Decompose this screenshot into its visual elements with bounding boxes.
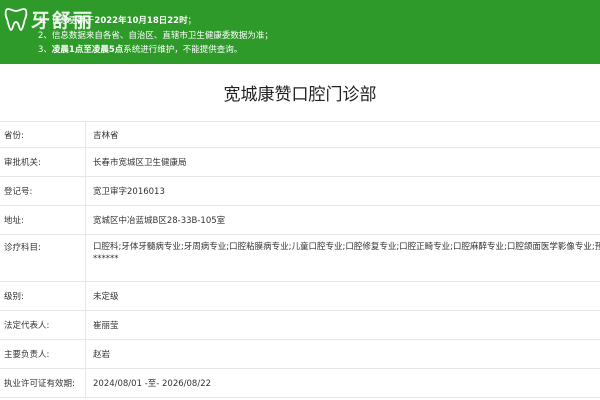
row-label: 诊疗科目: <box>0 235 86 281</box>
notice-text: 2、信息数据来自各省、自治区、直辖市卫生健康委数据为准； <box>38 31 273 41</box>
row-label: 执业许可证有效期: <box>0 369 86 397</box>
row-value: 赵岩 <box>93 350 111 360</box>
page-title: 宽城康赞口腔门诊部 <box>223 85 377 105</box>
table-row-registration: 登记号: 宽卫审字2016013 <box>0 177 600 206</box>
notice-highlight: 凌晨1点至凌晨5点 <box>51 45 124 55</box>
table-row-level: 级别: 未定级 <box>0 282 600 311</box>
table-row-license-validity: 执业许可证有效期: 2024/08/01 -至- 2026/08/22 <box>0 369 600 398</box>
row-label: 主要负责人: <box>0 340 86 368</box>
notice-text: 系统进行维护，不能提供查询。 <box>123 45 243 55</box>
row-value: 长春市宽城区卫生健康局 <box>93 158 187 168</box>
row-label: 登记号: <box>0 177 86 205</box>
departments-line: ****** <box>93 254 119 264</box>
notice-line-3: 3、凌晨1点至凌晨5点系统进行维护，不能提供查询。 <box>38 43 242 55</box>
row-label: 审批机关: <box>0 148 86 176</box>
table-row-legal-rep: 法定代表人: 崔丽莹 <box>0 311 600 340</box>
title-area: 宽城康赞口腔门诊部 <box>0 64 600 122</box>
notice-text: 3、 <box>38 45 52 55</box>
row-label: 级别: <box>0 282 86 310</box>
departments-line: 口腔科;牙体牙髓病专业;牙周病专业;口腔粘膜病专业;儿童口腔专业;口腔修复专业;… <box>93 242 600 252</box>
notice-highlight: 2022年10月18日22时 <box>94 16 188 26</box>
tooth-logo-icon <box>4 8 28 31</box>
table-row-departments: 诊疗科目: 口腔科;牙体牙髓病专业;牙周病专业;口腔粘膜病专业;儿童口腔专业;口… <box>0 235 600 282</box>
table-row-authority: 审批机关: 长春市宽城区卫生健康局 <box>0 148 600 177</box>
row-label: 法定代表人: <box>0 311 86 339</box>
row-value: 宽城区中冶蓝城B区28-33B-105室 <box>93 216 226 226</box>
row-value: 吉林省 <box>93 130 119 141</box>
row-label: 省份: <box>0 122 86 147</box>
clinic-info-table: 省份: 吉林省 审批机关: 长春市宽城区卫生健康局 登记号: 宽卫审字20160… <box>0 122 600 398</box>
row-value: 崔丽莹 <box>93 321 119 331</box>
table-row-province: 省份: 吉林省 <box>0 122 600 148</box>
notice-text: 1、信息更新于 <box>38 16 95 26</box>
row-value: 宽卫审字2016013 <box>93 187 165 197</box>
row-value: 口腔科;牙体牙髓病专业;牙周病专业;口腔粘膜病专业;儿童口腔专业;口腔修复专业;… <box>86 235 600 265</box>
notice-banner: 牙舒丽 1、信息更新于2022年10月18日22时； 2、信息数据来自各省、自治… <box>0 0 600 64</box>
row-value: 2024/08/01 -至- 2026/08/22 <box>93 379 212 389</box>
notice-text: ； <box>187 16 197 26</box>
row-value: 未定级 <box>93 292 119 302</box>
table-row-address: 地址: 宽城区中冶蓝城B区28-33B-105室 <box>0 206 600 235</box>
row-label: 地址: <box>0 206 86 234</box>
notice-line-1: 1、信息更新于2022年10月18日22时； <box>38 14 196 26</box>
notice-line-2: 2、信息数据来自各省、自治区、直辖市卫生健康委数据为准； <box>38 29 273 41</box>
table-row-principal: 主要负责人: 赵岩 <box>0 340 600 369</box>
